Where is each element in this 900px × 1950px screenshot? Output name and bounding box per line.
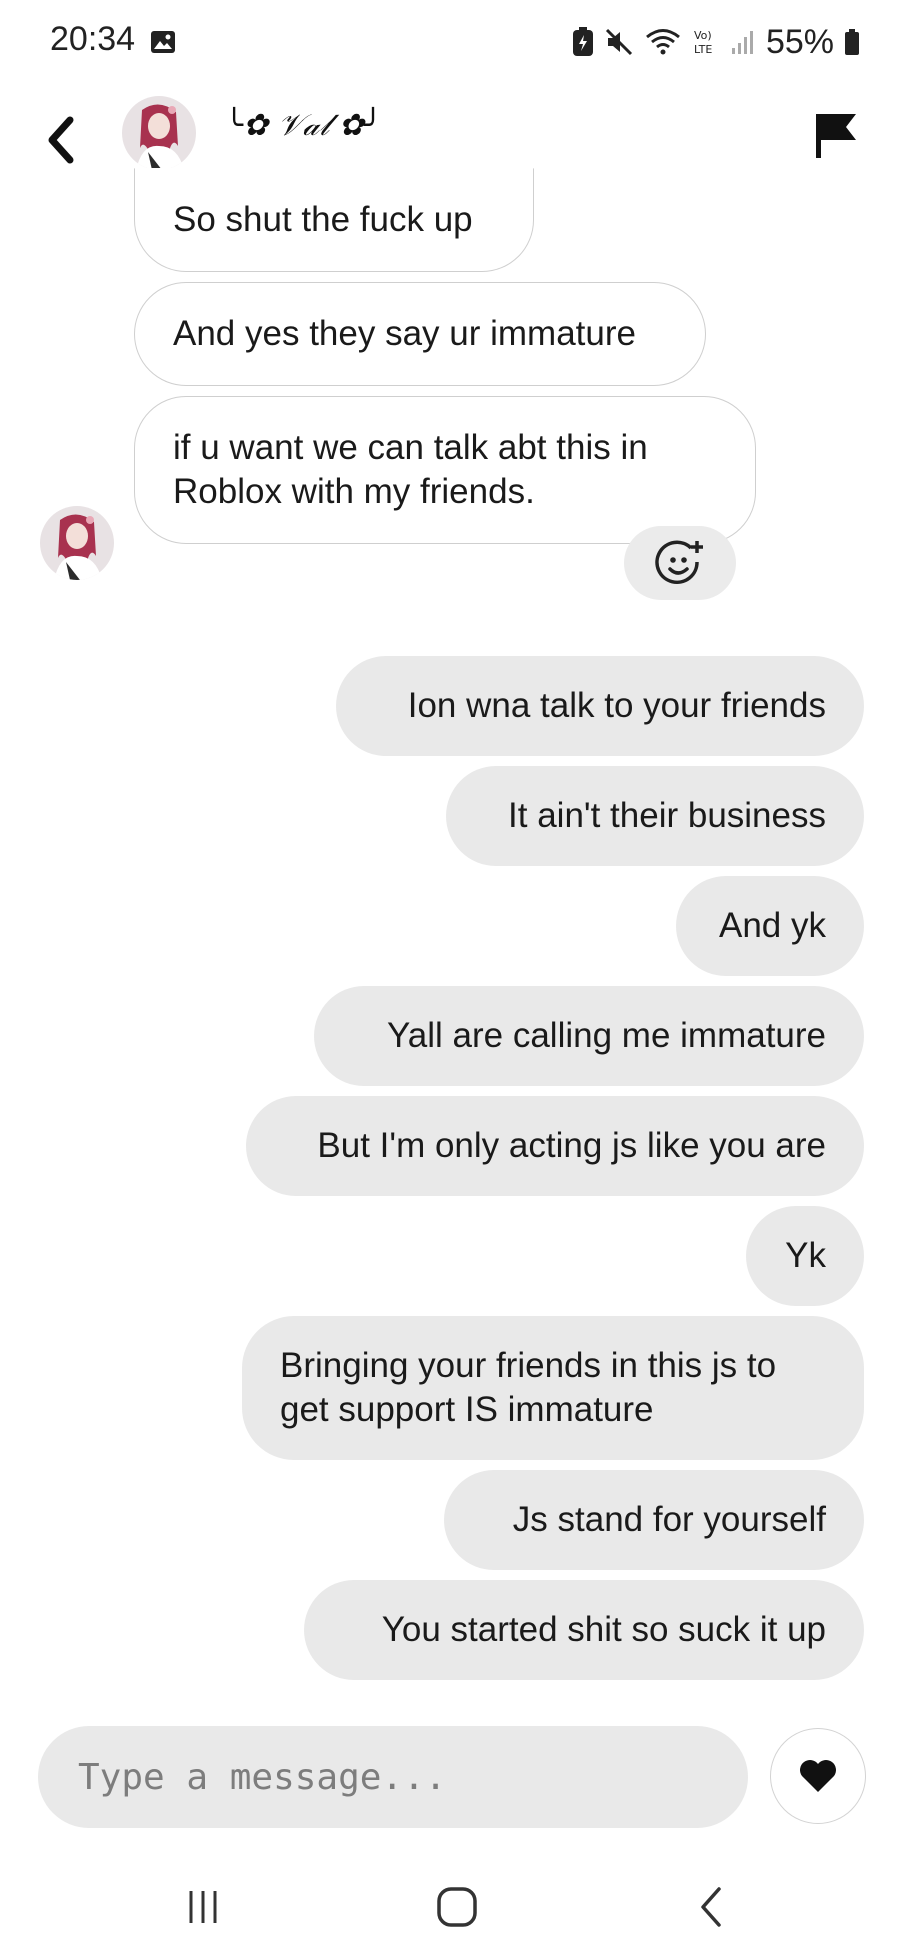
outgoing-message[interactable]: Bringing your friends in this js to get … — [242, 1316, 864, 1460]
recents-icon — [189, 1891, 217, 1923]
outgoing-message[interactable]: Js stand for yourself — [444, 1470, 864, 1570]
wifi-icon — [644, 27, 682, 57]
message-text: It ain't their business — [508, 796, 826, 835]
message-text: Bringing your friends in this js to get … — [280, 1346, 777, 1429]
battery-percent: 55% — [765, 22, 834, 61]
svg-text:LTE: LTE — [694, 43, 712, 56]
contact-avatar[interactable] — [122, 96, 196, 170]
incoming-message[interactable]: if u want we can talk abt this in Roblox… — [134, 396, 756, 544]
flag-icon — [816, 114, 856, 158]
volte-icon: Vo) LTE — [692, 27, 720, 57]
signal-icon — [730, 28, 756, 56]
sender-avatar[interactable] — [40, 506, 114, 580]
outgoing-message[interactable]: Yall are calling me immature — [314, 986, 864, 1086]
message-text: Yall are calling me immature — [387, 1016, 826, 1055]
outgoing-message[interactable]: Yk — [746, 1206, 864, 1306]
status-time: 20:34 — [50, 20, 136, 58]
message-text: So shut the fuck up — [173, 200, 473, 239]
chevron-left-icon — [48, 116, 74, 164]
message-text: Ion wna talk to your friends — [407, 686, 826, 725]
back-icon — [701, 1887, 721, 1927]
add-emoji-icon — [655, 540, 703, 584]
status-bar: 20:34 Vo) LTE 55% — [0, 0, 900, 90]
home-button[interactable] — [422, 1882, 492, 1932]
message-composer — [38, 1726, 748, 1828]
outgoing-message[interactable]: You started shit so suck it up — [304, 1580, 864, 1680]
battery-icon — [844, 28, 860, 56]
recents-button[interactable] — [168, 1882, 238, 1932]
outgoing-message[interactable]: But I'm only acting js like you are — [246, 1096, 864, 1196]
back-nav-button[interactable] — [676, 1882, 746, 1932]
add-reaction-button[interactable] — [624, 526, 736, 600]
outgoing-message[interactable]: Ion wna talk to your friends — [336, 656, 864, 756]
svg-text:Vo): Vo) — [694, 29, 712, 42]
heart-icon — [800, 1760, 836, 1792]
report-button[interactable] — [810, 106, 860, 166]
message-text: And yk — [719, 906, 826, 945]
message-input[interactable] — [76, 1726, 720, 1828]
back-button[interactable] — [38, 110, 88, 170]
battery-saver-icon — [572, 27, 594, 57]
image-icon — [150, 30, 176, 54]
incoming-message[interactable]: So shut the fuck up — [134, 168, 534, 272]
mute-icon — [604, 27, 634, 57]
send-heart-button[interactable] — [770, 1728, 866, 1824]
incoming-message[interactable]: And yes they say ur immature — [134, 282, 706, 386]
message-text: But I'm only acting js like you are — [317, 1126, 826, 1165]
message-text: Yk — [785, 1236, 826, 1275]
message-text: if u want we can talk abt this in Roblox… — [173, 428, 648, 511]
outgoing-message[interactable]: It ain't their business — [446, 766, 864, 866]
message-text: And yes they say ur immature — [173, 314, 636, 353]
message-text: You started shit so suck it up — [381, 1610, 826, 1649]
contact-name[interactable]: ╰✿ 𝒱𝒶𝓁 ✿╯ — [225, 108, 382, 143]
outgoing-message[interactable]: And yk — [676, 876, 864, 976]
home-icon — [437, 1887, 477, 1927]
message-text: Js stand for yourself — [512, 1500, 826, 1539]
system-nav-bar — [0, 1860, 900, 1950]
